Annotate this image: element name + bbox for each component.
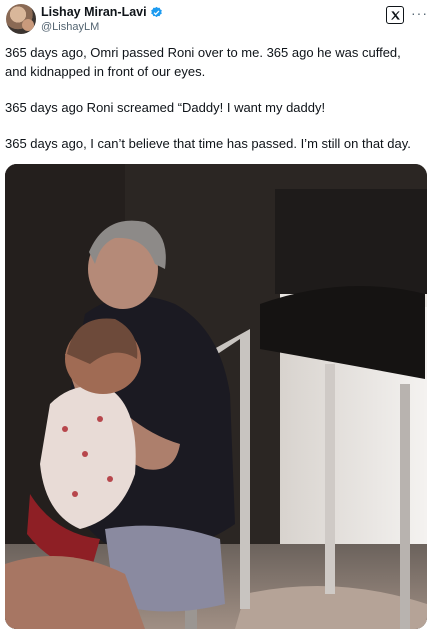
tweet-paragraph-1: 365 days ago, Omri passed Roni over to m… (5, 45, 401, 79)
tweet-header: Lishay Miran-Lavi @LishayLM ··· (0, 0, 431, 40)
author-name-row: Lishay Miran-Lavi (41, 4, 163, 20)
x-logo-icon[interactable] (386, 6, 404, 24)
more-options-icon[interactable]: ··· (411, 5, 428, 21)
tweet-media-image[interactable] (5, 164, 427, 629)
tweet-paragraph-2: 365 days ago Roni screamed “Daddy! I wan… (5, 100, 326, 115)
avatar[interactable] (6, 4, 36, 34)
author-display-name[interactable]: Lishay Miran-Lavi (41, 5, 147, 19)
tweet-paragraph-3: 365 days ago, I can’t believe that time … (5, 136, 411, 151)
verified-badge-icon (150, 6, 163, 19)
author-handle[interactable]: @LishayLM (41, 21, 99, 33)
